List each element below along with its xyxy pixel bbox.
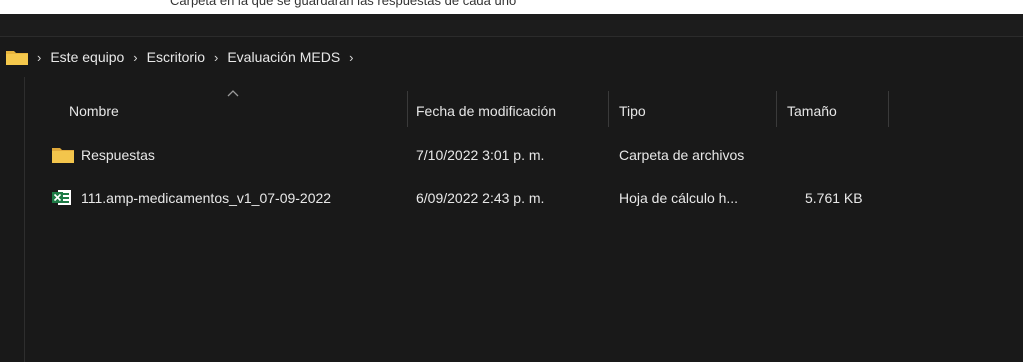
column-header-name[interactable]: Nombre	[69, 103, 119, 119]
column-divider[interactable]	[776, 91, 777, 127]
column-header-size[interactable]: Tamaño	[787, 103, 837, 119]
excel-file-icon	[52, 189, 72, 206]
breadcrumb-escritorio[interactable]: Escritorio	[147, 49, 205, 65]
chevron-right-icon[interactable]: ›	[214, 50, 218, 65]
title-bar	[0, 14, 1023, 36]
column-header-type[interactable]: Tipo	[619, 103, 646, 119]
chevron-right-icon: ›	[37, 49, 42, 65]
column-divider[interactable]	[888, 91, 889, 127]
column-divider[interactable]	[407, 91, 408, 127]
file-list: Nombre Fecha de modificación Tipo Tamaño…	[0, 77, 1023, 362]
breadcrumb-evaluacion-meds[interactable]: Evaluación MEDS	[227, 49, 340, 65]
chevron-right-icon[interactable]: ›	[133, 50, 137, 65]
address-bar[interactable]: › Este equipo › Escritorio › Evaluación …	[0, 36, 1023, 78]
file-row[interactable]: Respuestas 7/10/2022 3:01 p. m. Carpeta …	[44, 140, 894, 170]
column-divider[interactable]	[608, 91, 609, 127]
file-modified: 7/10/2022 3:01 p. m.	[416, 147, 545, 163]
file-type: Hoja de cálculo h...	[619, 190, 739, 206]
file-row[interactable]: 111.amp-medicamentos_v1_07-09-2022 6/09/…	[44, 183, 894, 213]
breadcrumb-este-equipo[interactable]: Este equipo	[50, 49, 124, 65]
folder-icon	[52, 146, 74, 163]
file-name: 111.amp-medicamentos_v1_07-09-2022	[81, 190, 332, 206]
file-modified: 6/09/2022 2:43 p. m.	[416, 190, 545, 206]
file-size: 5.761 KB	[805, 190, 863, 206]
folder-icon	[6, 49, 28, 65]
column-header-modified[interactable]: Fecha de modificación	[416, 103, 556, 119]
caption-strip: Carpeta en la que se guardarán las respu…	[0, 0, 1023, 14]
sort-ascending-icon	[227, 90, 239, 97]
file-type: Carpeta de archivos	[619, 147, 745, 163]
column-header-row: Nombre Fecha de modificación Tipo Tamaño	[0, 77, 1023, 139]
chevron-right-icon[interactable]: ›	[349, 50, 353, 65]
caption-text: Carpeta en la que se guardarán las respu…	[170, 0, 517, 8]
file-name: Respuestas	[81, 147, 155, 163]
